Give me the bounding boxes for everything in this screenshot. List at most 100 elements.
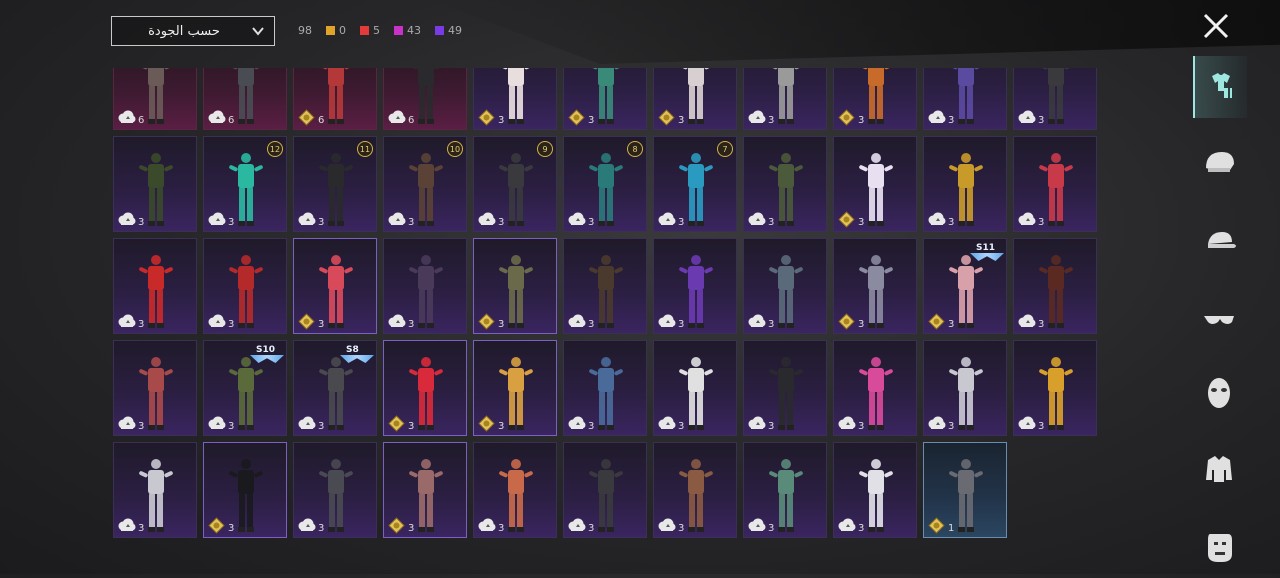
inventory-item[interactable]: 3 [203,238,287,334]
inventory-item[interactable]: 3 [113,136,197,232]
quality-swatch-rare [435,26,444,35]
item-count: 3 [228,319,235,330]
inventory-item[interactable]: 3 [563,238,647,334]
cloud-badge-icon [118,212,136,225]
inventory-item[interactable]: 3 [113,238,197,334]
item-count: 3 [588,421,595,432]
inventory-item[interactable]: 3 [113,442,197,538]
jacket-icon [1206,456,1232,482]
cloud-badge-icon [298,212,316,225]
level-badge: 8 [627,141,643,157]
inventory-item[interactable]: 3 [383,442,467,538]
gold-badge-icon [928,517,945,534]
gold-badge-icon [838,109,855,126]
inventory-item[interactable]: 6 [203,68,287,130]
sidebar-cap[interactable] [1193,210,1245,272]
item-count: 3 [948,217,955,228]
item-count: 3 [1038,421,1045,432]
cloud-badge-icon [1018,314,1036,327]
cloud-badge-icon [118,416,136,429]
inventory-item[interactable]: 3 [293,442,377,538]
item-count: 3 [318,421,325,432]
inventory-item[interactable]: 3 [743,238,827,334]
cloud-badge-icon [658,314,676,327]
inventory-item[interactable]: 3 S11 [923,238,1007,334]
inventory-item[interactable]: 3 S8 [293,340,377,436]
close-icon[interactable] [1198,8,1234,44]
inventory-item[interactable]: 3 [563,68,647,130]
gold-badge-icon [388,517,405,534]
category-sidebar [1193,50,1249,574]
inventory-item[interactable]: 3 [653,442,737,538]
inventory-item[interactable]: 3 [833,68,917,130]
inventory-item[interactable]: 3 [473,442,557,538]
item-count: 6 [318,115,325,126]
sidebar-outfit[interactable] [1193,56,1247,118]
inventory-item[interactable]: 3 [293,238,377,334]
inventory-item[interactable]: 3 [833,442,917,538]
inventory-item[interactable]: 3 [743,340,827,436]
inventory-item[interactable]: 3 [1013,238,1097,334]
sidebar-helmet[interactable] [1193,132,1245,194]
inventory-item[interactable]: 3 [833,340,917,436]
inventory-item[interactable]: 3 [1013,340,1097,436]
item-count: 3 [498,421,505,432]
cloud-badge-icon [568,212,586,225]
inventory-item[interactable]: 3 [473,68,557,130]
inventory-item[interactable]: 3 [743,136,827,232]
inventory-item[interactable]: 3 [563,340,647,436]
face-icon [1208,534,1232,562]
sidebar-glasses[interactable] [1193,288,1245,350]
inventory-item[interactable]: 3 [1013,68,1097,130]
inventory-item[interactable]: 3 [923,68,1007,130]
inventory-item[interactable]: 3 [383,340,467,436]
sidebar-jacket[interactable] [1193,438,1245,500]
item-count: 3 [498,217,505,228]
inventory-item[interactable]: 6 [383,68,467,130]
sidebar-mask[interactable] [1193,362,1245,424]
inventory-item[interactable]: 3 [473,340,557,436]
inventory-item[interactable]: 37 [653,136,737,232]
gold-badge-icon [568,109,585,126]
inventory-item[interactable]: 3 [833,136,917,232]
sort-dropdown-label: حسب الجودة [148,23,220,39]
inventory-item[interactable]: 3 [113,340,197,436]
inventory-item[interactable]: 3 [743,68,827,130]
item-count: 3 [678,523,685,534]
inventory-grid-inner: 6 6 6 6 3 3 3 3 3 3 3 3 3 12 3 11 3 10 3… [113,68,1097,538]
season-badge: S11 [970,243,1004,261]
inventory-item[interactable]: 3 [383,238,467,334]
inventory-item[interactable]: 3 10 [383,136,467,232]
inventory-item[interactable]: 1 [923,442,1007,538]
inventory-item[interactable]: 3 [203,442,287,538]
sort-dropdown[interactable]: حسب الجودة [111,16,275,46]
item-count: 3 [498,115,505,126]
inventory-item[interactable]: 3 [653,68,737,130]
item-count: 3 [678,217,685,228]
sidebar-face[interactable] [1193,516,1245,578]
inventory-item[interactable]: 3 [1013,136,1097,232]
inventory-item[interactable]: 6 [113,68,197,130]
count-mythic: 5 [360,24,380,37]
inventory-item[interactable]: 3 [743,442,827,538]
item-count: 3 [678,115,685,126]
inventory-item[interactable]: 3 [473,238,557,334]
inventory-item[interactable]: 6 [293,68,377,130]
count-epic-value: 43 [407,24,421,37]
inventory-item[interactable]: 3 [923,136,1007,232]
inventory-item[interactable]: 3 12 [203,136,287,232]
inventory-item[interactable]: 3 11 [293,136,377,232]
cloud-badge-icon [388,110,406,123]
inventory-item[interactable]: 3 [833,238,917,334]
quality-swatch-legendary [326,26,335,35]
inventory-item[interactable]: 3 [563,442,647,538]
inventory-item[interactable]: 39 [473,136,557,232]
header-streak [430,0,1280,64]
inventory-item[interactable]: 3 S10 [203,340,287,436]
inventory-item[interactable]: 3 [653,340,737,436]
cloud-badge-icon [838,518,856,531]
season-label: S11 [976,243,996,253]
inventory-item[interactable]: 3 [653,238,737,334]
inventory-item[interactable]: 38 [563,136,647,232]
inventory-item[interactable]: 3 [923,340,1007,436]
